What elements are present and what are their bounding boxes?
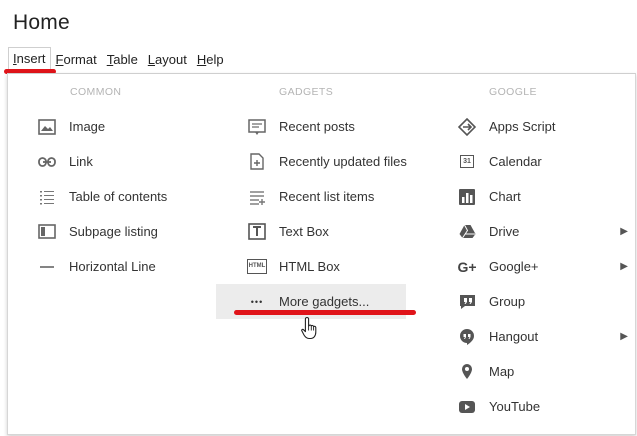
menu-option-map[interactable]: Map <box>456 354 628 389</box>
menu-option-label: Image <box>69 119 106 134</box>
menu-table[interactable]: Table <box>102 48 143 71</box>
table-of-contents-icon <box>36 186 58 208</box>
menu-option-link[interactable]: Link <box>36 144 226 179</box>
menu-option-label: Google+ <box>489 259 539 274</box>
menu-option-label: Link <box>69 154 93 169</box>
more-gadgets-underline-annotation <box>234 310 416 315</box>
text-box-icon <box>246 221 268 243</box>
menu-option-label: Hangout <box>489 329 539 344</box>
menu-help-mnemonic: H <box>196 51 207 67</box>
menu-option-label: Calendar <box>489 154 542 169</box>
menu-option-label: Drive <box>489 224 520 239</box>
submenu-arrow-icon: ▶ <box>620 331 628 342</box>
menu-option-label: Subpage listing <box>69 224 158 239</box>
menu-option-label: Horizontal Line <box>69 259 156 274</box>
menu-option-apps-script[interactable]: Apps Script <box>456 109 628 144</box>
menu-option-calendar[interactable]: 31 Calendar <box>456 144 628 179</box>
group-icon <box>456 291 478 313</box>
menu-option-table-of-contents[interactable]: Table of contents <box>36 179 226 214</box>
menu-insert[interactable]: Insert <box>8 47 51 71</box>
hangout-icon <box>456 326 478 348</box>
menu-option-text-box[interactable]: Text Box <box>246 214 436 249</box>
google-column-header: GOOGLE <box>489 86 537 98</box>
menu-option-label: Group <box>489 294 526 309</box>
apps-script-icon <box>456 116 478 138</box>
menu-format[interactable]: Format <box>51 48 102 71</box>
calendar-icon-text: 31 <box>460 155 474 168</box>
menu-help[interactable]: Help <box>192 48 229 71</box>
menu-option-label: Apps Script <box>489 119 556 134</box>
chart-icon <box>456 186 478 208</box>
menu-layout-label: ayout <box>155 51 187 67</box>
submenu-arrow-icon: ▶ <box>620 226 628 237</box>
menu-option-recent-list-items[interactable]: Recent list items <box>246 179 436 214</box>
horizontal-line-icon <box>36 256 58 278</box>
menu-option-youtube[interactable]: YouTube <box>456 389 628 424</box>
link-icon <box>36 151 58 173</box>
menu-option-label: Recent posts <box>279 119 355 134</box>
menu-option-label: Text Box <box>279 224 329 239</box>
recent-posts-icon <box>246 116 268 138</box>
menu-help-label: elp <box>206 51 224 67</box>
menu-layout-mnemonic: L <box>147 51 156 67</box>
menu-option-recently-updated-files[interactable]: Recently updated files <box>246 144 436 179</box>
menu-format-label: ormat <box>63 51 97 67</box>
menu-option-label: Table of contents <box>69 189 168 204</box>
html-box-icon: HTML <box>246 256 268 278</box>
drive-icon <box>456 221 478 243</box>
menu-layout[interactable]: Layout <box>143 48 192 71</box>
menu-option-recent-posts[interactable]: Recent posts <box>246 109 436 144</box>
menu-table-label: able <box>113 51 138 67</box>
menu-insert-label: nsert <box>16 51 46 66</box>
menu-option-label: Recently updated files <box>279 154 407 169</box>
menu-option-image[interactable]: Image <box>36 109 226 144</box>
menu-option-label: More gadgets... <box>279 294 370 309</box>
recent-list-items-icon <box>246 186 268 208</box>
google-plus-icon-text: G+ <box>457 258 477 275</box>
menu-option-subpage-listing[interactable]: Subpage listing <box>36 214 226 249</box>
recently-updated-files-icon <box>246 151 268 173</box>
insert-dropdown-menu: COMMON Image Link Table of contents Subp… <box>7 73 636 435</box>
html-box-icon-text: HTML <box>246 259 268 274</box>
menu-option-chart[interactable]: Chart <box>456 179 628 214</box>
menu-option-horizontal-line[interactable]: Horizontal Line <box>36 249 226 284</box>
submenu-arrow-icon: ▶ <box>620 261 628 272</box>
subpage-listing-icon <box>36 221 58 243</box>
gadgets-column-header: GADGETS <box>279 86 334 98</box>
menu-option-google-plus[interactable]: G+ Google+ ▶ <box>456 249 628 284</box>
youtube-icon <box>456 396 478 418</box>
more-dots-glyph: ••• <box>250 296 264 307</box>
menu-option-html-box[interactable]: HTML HTML Box <box>246 249 436 284</box>
menu-option-label: YouTube <box>489 399 541 414</box>
common-column-header: COMMON <box>70 86 122 98</box>
menu-option-label: Recent list items <box>279 189 375 204</box>
menu-option-label: Map <box>489 364 515 379</box>
menu-option-hangout[interactable]: Hangout ▶ <box>456 319 628 354</box>
menu-option-group[interactable]: Group <box>456 284 628 319</box>
menu-option-label: Chart <box>489 189 521 204</box>
menu-option-label: HTML Box <box>279 259 340 274</box>
google-plus-icon: G+ <box>456 256 478 278</box>
map-pin-icon <box>456 361 478 383</box>
image-icon <box>36 116 58 138</box>
hand-pointer-cursor-icon <box>301 316 317 340</box>
calendar-icon: 31 <box>456 151 478 173</box>
page-title: Home <box>13 11 70 34</box>
menu-option-drive[interactable]: Drive ▶ <box>456 214 628 249</box>
